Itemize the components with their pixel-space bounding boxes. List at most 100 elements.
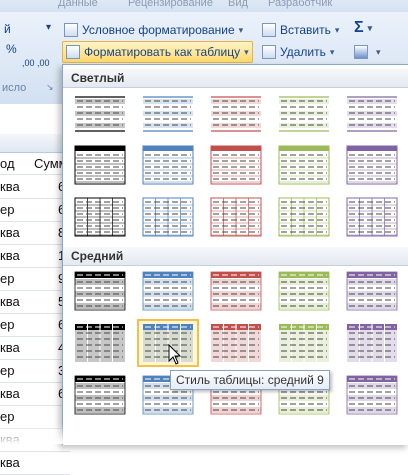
table-style-thumb[interactable] xyxy=(343,195,401,239)
city-cell[interactable]: ква xyxy=(0,225,20,240)
bottom-fade xyxy=(0,424,408,444)
format-as-table-button[interactable]: Форматировать как таблицу ▾ xyxy=(62,41,253,63)
table-style-thumb[interactable] xyxy=(71,143,129,187)
fill-button[interactable]: ▾ xyxy=(354,42,381,62)
table-style-preview xyxy=(75,324,125,362)
tab-view[interactable]: Вид xyxy=(228,0,248,9)
table-style-preview xyxy=(143,96,193,132)
delete-label: Удалить xyxy=(280,45,326,59)
tab-developer[interactable]: Разработчик xyxy=(268,0,332,9)
table-style-thumb[interactable] xyxy=(71,373,129,417)
ribbon-tab-strip: Данные Рецензирование Вид Разработчик xyxy=(0,0,408,12)
table-style-thumb[interactable] xyxy=(207,143,265,187)
table-style-preview xyxy=(74,197,126,237)
table-style-preview xyxy=(347,324,397,362)
city-cell[interactable]: ква xyxy=(0,179,20,194)
chevron-down-icon: ▾ xyxy=(376,46,381,57)
table-row[interactable]: ква6 xyxy=(0,382,70,406)
city-cell[interactable]: ер xyxy=(0,409,14,424)
table-style-preview xyxy=(75,96,125,132)
chevron-down-icon: ▾ xyxy=(244,46,249,57)
table-style-thumb[interactable] xyxy=(71,269,129,313)
percent-icon[interactable]: % xyxy=(6,42,17,56)
city-cell[interactable]: ер xyxy=(0,317,14,332)
table-row[interactable]: ква8 xyxy=(0,221,70,245)
table-style-thumb[interactable] xyxy=(207,321,265,365)
table-style-thumb[interactable] xyxy=(275,143,333,187)
delete-cells-icon xyxy=(262,45,276,59)
city-cell[interactable]: ква xyxy=(0,294,20,309)
chevron-down-icon: ▾ xyxy=(238,24,244,35)
table-style-thumb[interactable] xyxy=(275,321,333,365)
table-row[interactable]: ква4 xyxy=(0,336,70,360)
city-cell[interactable]: ер xyxy=(0,202,14,217)
city-cell[interactable]: ква xyxy=(0,340,20,355)
table-style-thumb[interactable] xyxy=(275,195,333,239)
table-style-thumb[interactable] xyxy=(343,143,401,187)
table-row[interactable]: ква5 xyxy=(0,290,70,314)
dialog-launcher-icon[interactable]: ↘ xyxy=(46,82,54,93)
city-cell[interactable]: ер xyxy=(0,363,14,378)
table-row[interactable]: ер6 xyxy=(0,198,70,222)
table-row[interactable]: ква1 xyxy=(0,244,70,268)
insert-cells-icon xyxy=(262,23,276,37)
table-style-preview xyxy=(279,96,329,132)
autosum-button[interactable]: Σ ▾ xyxy=(354,18,372,38)
column-header-code[interactable]: од xyxy=(0,156,15,171)
chevron-down-icon: ▾ xyxy=(329,46,335,57)
tab-review[interactable]: Рецензирование xyxy=(128,0,213,9)
table-style-thumb[interactable] xyxy=(71,321,129,365)
table-style-preview xyxy=(74,145,126,185)
table-style-thumb[interactable] xyxy=(71,195,129,239)
insert-button[interactable]: Вставить ▾ xyxy=(262,20,339,40)
table-style-thumb[interactable] xyxy=(343,91,401,135)
table-style-thumb[interactable] xyxy=(207,91,265,135)
table-style-thumb[interactable] xyxy=(139,269,197,313)
city-cell[interactable]: ква xyxy=(0,455,20,470)
chevron-down-icon: ▾ xyxy=(334,24,340,35)
table-row[interactable]: ер9 xyxy=(0,267,70,291)
table-icon xyxy=(66,45,80,59)
table-style-thumb[interactable] xyxy=(275,269,333,313)
fill-down-icon xyxy=(354,45,368,59)
table-row[interactable]: ква6 xyxy=(0,175,70,199)
tab-data[interactable]: Данные xyxy=(58,0,98,9)
table-style-thumb[interactable] xyxy=(139,91,197,135)
style-tooltip: Стиль таблицы: средний 9 xyxy=(170,370,330,390)
table-style-thumb[interactable] xyxy=(139,143,197,187)
table-style-preview xyxy=(346,197,398,237)
table-style-thumb[interactable] xyxy=(139,195,197,239)
table-style-thumb[interactable] xyxy=(275,91,333,135)
table-style-preview xyxy=(74,271,126,311)
table-row[interactable]: ква xyxy=(0,451,70,475)
table-style-preview xyxy=(142,271,194,311)
table-row[interactable]: ер3 xyxy=(0,359,70,383)
city-cell[interactable]: ква xyxy=(0,386,20,401)
table-style-thumb[interactable] xyxy=(71,91,129,135)
conditional-formatting-button[interactable]: Условное форматирование ▾ xyxy=(64,20,243,40)
table-style-thumb[interactable] xyxy=(343,269,401,313)
table-style-preview xyxy=(74,375,126,415)
table-style-preview xyxy=(210,271,262,311)
font-group-fragment: й xyxy=(4,22,11,36)
number-group-label: исло xyxy=(2,82,27,94)
table-style-thumb[interactable] xyxy=(207,269,265,313)
table-style-thumb[interactable] xyxy=(343,321,401,365)
table-style-preview xyxy=(278,197,330,237)
table-style-preview xyxy=(278,271,330,311)
header-row[interactable]: од Сумм xyxy=(0,152,70,175)
dropdown-arrow-icon[interactable]: ▾ xyxy=(46,22,51,33)
conditional-format-icon xyxy=(64,23,78,37)
table-style-thumb[interactable] xyxy=(207,195,265,239)
delete-button[interactable]: Удалить ▾ xyxy=(262,42,334,62)
city-cell[interactable]: ер xyxy=(0,271,14,286)
format-as-table-label: Форматировать как таблицу xyxy=(84,45,241,59)
table-row[interactable]: ер6 xyxy=(0,313,70,337)
decimal-buttons[interactable]: ,00 ,00 xyxy=(22,58,50,68)
insert-label: Вставить xyxy=(280,23,331,37)
table-style-preview xyxy=(210,145,262,185)
table-style-preview xyxy=(346,145,398,185)
column-header-row xyxy=(0,134,70,153)
table-style-thumb[interactable] xyxy=(343,373,401,417)
city-cell[interactable]: ква xyxy=(0,248,20,263)
